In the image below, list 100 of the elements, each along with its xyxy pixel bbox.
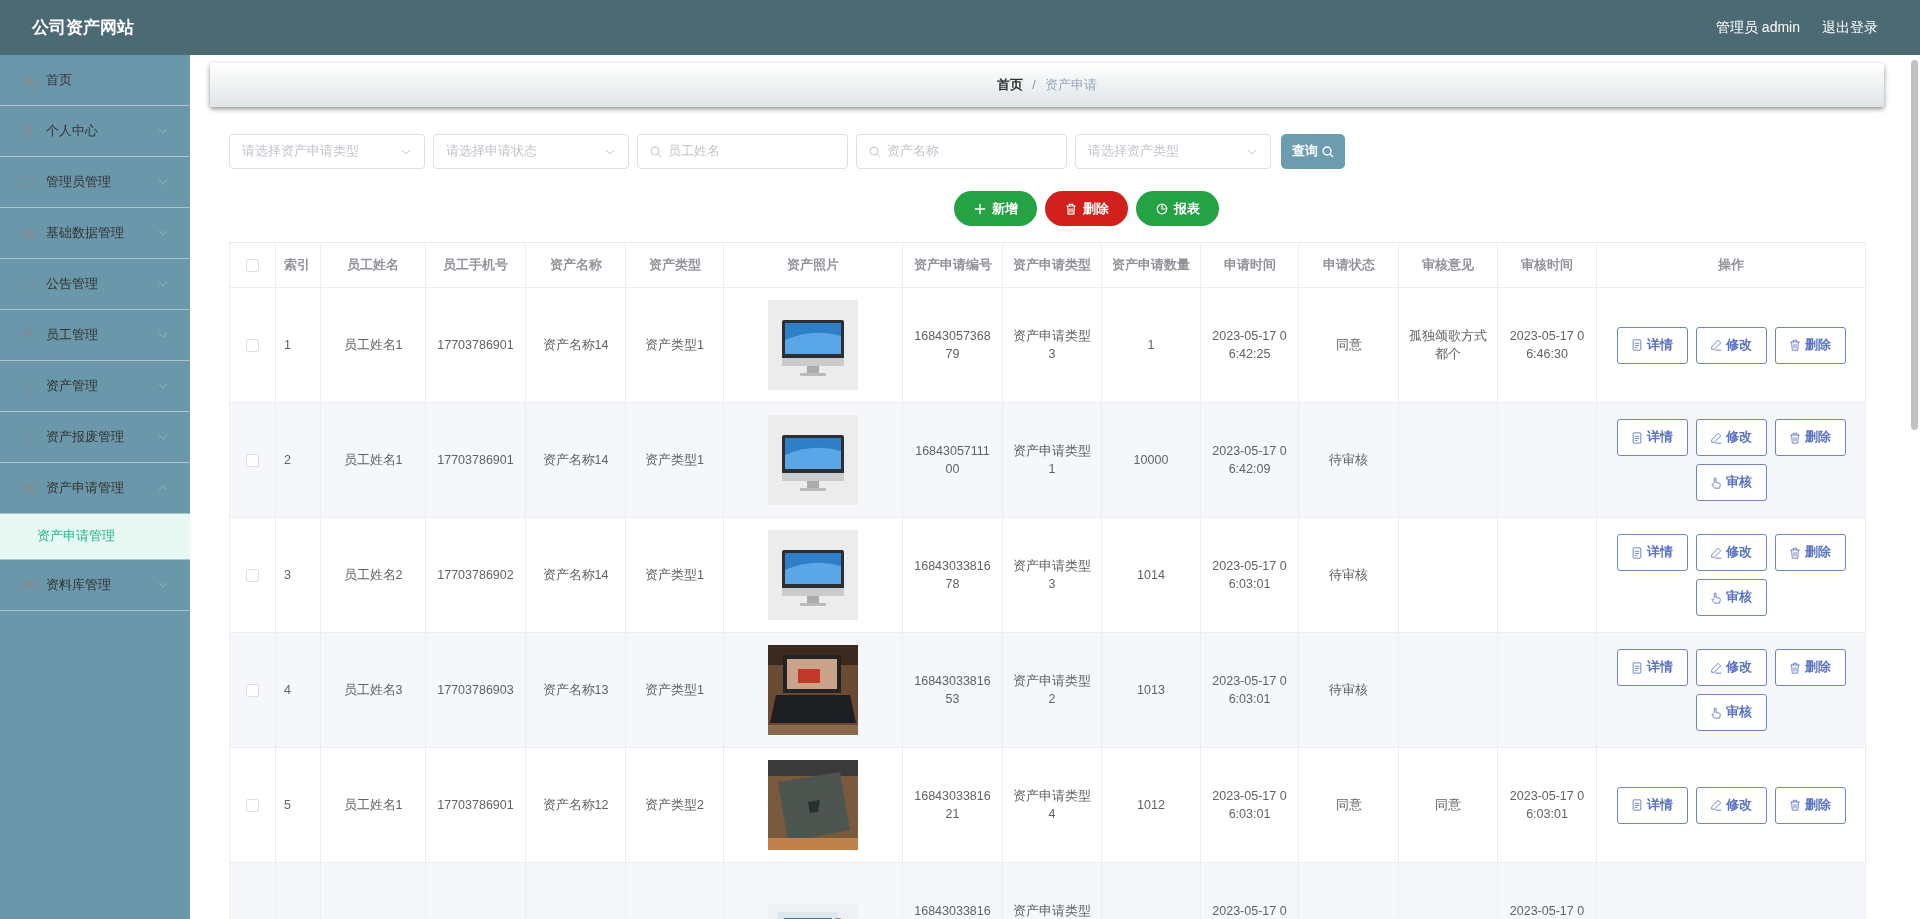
delete-button[interactable]: 删除 — [1045, 191, 1128, 226]
report-button[interactable]: 报表 — [1136, 191, 1219, 226]
table-cell-text: 资产名称14 — [542, 452, 609, 469]
details-button[interactable]: 详情 — [1616, 534, 1688, 571]
breadcrumb-item: 资产申请 — [1044, 76, 1097, 94]
plus-icon — [973, 202, 986, 215]
search-icon — [650, 145, 662, 158]
column-header: 资产名称 — [549, 257, 602, 272]
edit-button[interactable]: 修改 — [1695, 534, 1767, 571]
table-cell: 资产申请类型 — [1012, 904, 1092, 919]
table-cell-text: 16843033816 — [913, 904, 992, 919]
chevron-down-icon — [158, 580, 168, 590]
checkbox[interactable] — [246, 684, 259, 698]
edit-button[interactable]: 修改 — [1695, 326, 1767, 364]
edit-button[interactable]: 修改 — [1695, 786, 1767, 824]
details-button[interactable]: 详情 — [1616, 786, 1688, 824]
column-header: 资产申请编号 — [913, 257, 992, 272]
chevron-down-icon — [158, 228, 168, 238]
checkbox[interactable] — [246, 569, 259, 583]
sidebar-item[interactable]: 首页 — [0, 55, 190, 106]
sidebar-item[interactable]: 资料库管理 — [0, 560, 190, 611]
column-header: 员工姓名 — [347, 257, 399, 272]
document-icon — [1631, 546, 1643, 559]
chevron-down-icon — [158, 177, 168, 187]
table-cell-text: 待审核 — [1329, 567, 1368, 584]
table-cell-text: 2023-05-17 06:46:30 — [1508, 328, 1586, 363]
column-header: 操作 — [1718, 257, 1744, 272]
sidebar-item[interactable]: 资产报废管理 — [0, 412, 190, 463]
trash-icon — [1789, 339, 1801, 351]
breadcrumb-item[interactable]: 首页 — [997, 76, 1024, 94]
breadcrumb-separator: / — [1032, 78, 1036, 92]
details-button[interactable]: 详情 — [1616, 649, 1688, 686]
document-icon — [1631, 661, 1643, 674]
column-header: 资产申请类型 — [1013, 257, 1091, 272]
details-button[interactable]: 详情 — [1616, 419, 1688, 456]
sidebar-item[interactable]: 公告管理 — [0, 259, 190, 310]
table-cell-text: 同意 — [1335, 797, 1362, 814]
add-button[interactable]: 新增 — [954, 191, 1037, 226]
delete-button[interactable]: 删除 — [1774, 534, 1846, 571]
table-cell-text: 2023-05-17 0 — [1211, 904, 1288, 919]
sidebar-item[interactable]: 管理员管理 — [0, 157, 190, 208]
table-cell-text: 员工姓名2 — [343, 567, 403, 584]
delete-button[interactable]: 删除 — [1774, 786, 1846, 824]
table-cell-text: 2023-05-17 06:03:01 — [1211, 673, 1288, 708]
column-header: 资产类型 — [648, 257, 701, 272]
trash-icon — [1789, 431, 1801, 444]
table-cell: 3 — [284, 568, 291, 582]
pie-chart-icon — [1155, 202, 1168, 215]
checkbox[interactable] — [246, 454, 259, 468]
sidebar-item[interactable]: 员工管理 — [0, 310, 190, 361]
column-header: 资产申请数量 — [1112, 257, 1190, 272]
details-button[interactable]: 详情 — [1616, 326, 1688, 364]
site-title: 公司资产网站 — [32, 17, 134, 39]
sidebar-subitem[interactable]: 资产申请管理 — [0, 514, 190, 560]
edit-button[interactable]: 修改 — [1695, 649, 1767, 686]
table-cell-text: 员工姓名1 — [343, 337, 403, 354]
sidebar-item[interactable]: 个人中心 — [0, 106, 190, 157]
table-cell-text: 资产名称12 — [542, 797, 609, 814]
table-cell-text: 资产申请类型3 — [1012, 328, 1092, 363]
table-cell-text: 资产申请类型2 — [1012, 673, 1092, 708]
table-cell-text: 17703786903 — [437, 682, 514, 699]
edit-button[interactable]: 修改 — [1695, 419, 1767, 456]
trash-icon — [1789, 661, 1801, 674]
table-cell-text: 1684305711100 — [914, 443, 991, 478]
column-header: 索引 — [284, 257, 310, 272]
search-button[interactable]: 查询 — [1281, 134, 1345, 169]
table-cell-text: 17703786901 — [437, 797, 514, 814]
delete-button[interactable]: 删除 — [1774, 419, 1846, 456]
table-cell-text: 1013 — [1137, 682, 1165, 699]
review-button[interactable]: 审核 — [1695, 579, 1767, 616]
delete-button[interactable]: 删除 — [1774, 326, 1846, 364]
chevron-down-icon — [158, 330, 168, 340]
table-cell-text: 1684303381621 — [913, 788, 992, 823]
table-cell-text: 待审核 — [1329, 682, 1368, 699]
table-cell-text: 资产类型2 — [645, 797, 704, 814]
table-cell-text: 1014 — [1137, 567, 1165, 584]
scrollbar[interactable] — [1911, 60, 1918, 430]
sidebar-item[interactable]: 基础数据管理 — [0, 208, 190, 259]
review-button[interactable]: 审核 — [1695, 694, 1767, 731]
pencil-icon — [1710, 546, 1722, 559]
table-cell-text: 10000 — [1133, 452, 1169, 469]
checkbox[interactable] — [246, 339, 259, 353]
table-cell-text: 1 — [1147, 337, 1155, 354]
table-cell-text: 17703786901 — [437, 337, 514, 354]
table-cell: 1 — [284, 338, 291, 352]
table-cell-text: 2023-05-17 06:03:01 — [1211, 558, 1288, 593]
search-icon — [869, 145, 881, 158]
sidebar-item[interactable]: 资产管理 — [0, 361, 190, 412]
table-cell-text: 2023-05-17 06:42:09 — [1211, 443, 1288, 478]
table-cell-text: 2023-05-17 06:03:01 — [1211, 788, 1288, 823]
checkbox[interactable] — [246, 259, 259, 273]
table-cell-text: 同意 — [1335, 337, 1362, 354]
pencil-icon — [1710, 431, 1722, 444]
delete-button[interactable]: 删除 — [1774, 649, 1846, 686]
review-button[interactable]: 审核 — [1695, 464, 1767, 501]
table-cell-text: 1684303381653 — [913, 673, 992, 708]
table-cell-text: 2023-05-17 06:03:01 — [1508, 788, 1586, 823]
logout-link[interactable]: 退出登录 — [1822, 18, 1878, 37]
checkbox[interactable] — [246, 799, 259, 813]
table-cell-text: 孤独颂歌方式都个 — [1408, 328, 1488, 363]
